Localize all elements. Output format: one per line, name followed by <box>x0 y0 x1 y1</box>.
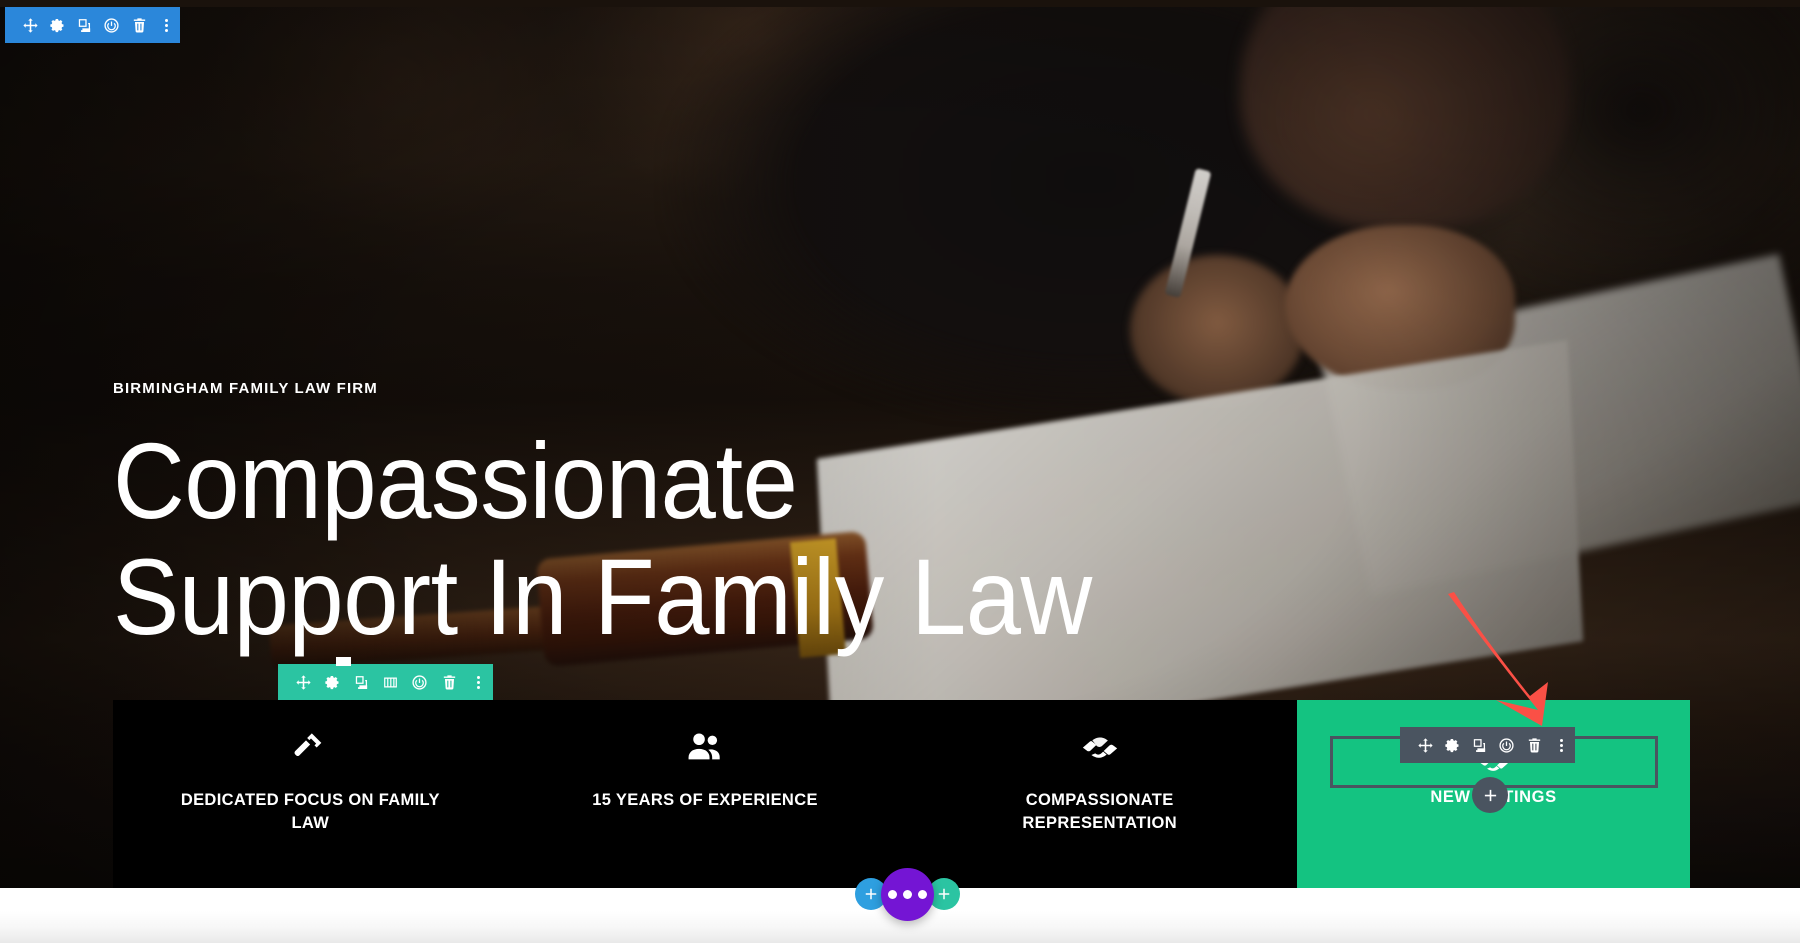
feature-label-2: 15 YEARS OF EXPERIENCE <box>592 791 818 809</box>
feature-label-3: COMPASSIONATE REPRESENTATION <box>1022 791 1177 833</box>
move-icon[interactable] <box>289 664 317 700</box>
trash-icon[interactable] <box>126 7 152 43</box>
gear-icon[interactable] <box>44 7 70 43</box>
menu-dot-1 <box>888 890 897 899</box>
power-icon[interactable] <box>99 7 125 43</box>
feature-label-1: DEDICATED FOCUS ON FAMILY LAW <box>180 791 440 833</box>
feature-item-1[interactable]: DEDICATED FOCUS ON FAMILY LAW <box>113 700 508 888</box>
feature-item-3[interactable]: COMPASSIONATE REPRESENTATION <box>902 700 1297 888</box>
more-options-icon[interactable] <box>464 664 492 700</box>
builder-canvas: BIRMINGHAM FAMILY LAW FIRM Compassionate… <box>0 0 1800 943</box>
menu-dot-2 <box>903 890 912 899</box>
trash-icon[interactable] <box>1521 727 1547 763</box>
feature-item-2[interactable]: 15 YEARS OF EXPERIENCE <box>508 700 903 888</box>
move-icon[interactable] <box>1412 727 1438 763</box>
gavel-icon <box>287 725 333 771</box>
builder-menu-button[interactable] <box>881 868 934 921</box>
power-icon[interactable] <box>406 664 434 700</box>
hero-eyebrow: BIRMINGHAM FAMILY LAW FIRM <box>113 380 378 397</box>
duplicate-icon[interactable] <box>72 7 98 43</box>
handshake-icon <box>1077 725 1123 771</box>
row-toolbar[interactable] <box>278 657 493 700</box>
divi-fab-bar[interactable] <box>855 868 960 926</box>
move-icon[interactable] <box>17 7 43 43</box>
page-top-edge <box>0 0 1800 7</box>
hero-text-block: BIRMINGHAM FAMILY LAW FIRM Compassionate… <box>113 380 1313 654</box>
duplicate-icon[interactable] <box>347 664 375 700</box>
gear-icon[interactable] <box>318 664 346 700</box>
trash-icon[interactable] <box>435 664 463 700</box>
duplicate-icon[interactable] <box>1467 727 1493 763</box>
columns-icon[interactable] <box>377 664 405 700</box>
add-module-button[interactable] <box>1472 777 1508 813</box>
page-title: Compassionate Support In Family Law <box>113 420 1092 657</box>
more-options-icon[interactable] <box>153 7 179 43</box>
people-icon <box>682 725 728 771</box>
feature-bar: DEDICATED FOCUS ON FAMILY LAW 15 YEARS O… <box>113 700 1297 888</box>
power-icon[interactable] <box>1494 727 1520 763</box>
module-toolbar[interactable] <box>1400 727 1575 763</box>
more-options-icon[interactable] <box>1548 727 1574 763</box>
gear-icon[interactable] <box>1439 727 1465 763</box>
section-toolbar[interactable] <box>5 7 180 43</box>
menu-dot-3 <box>918 890 927 899</box>
